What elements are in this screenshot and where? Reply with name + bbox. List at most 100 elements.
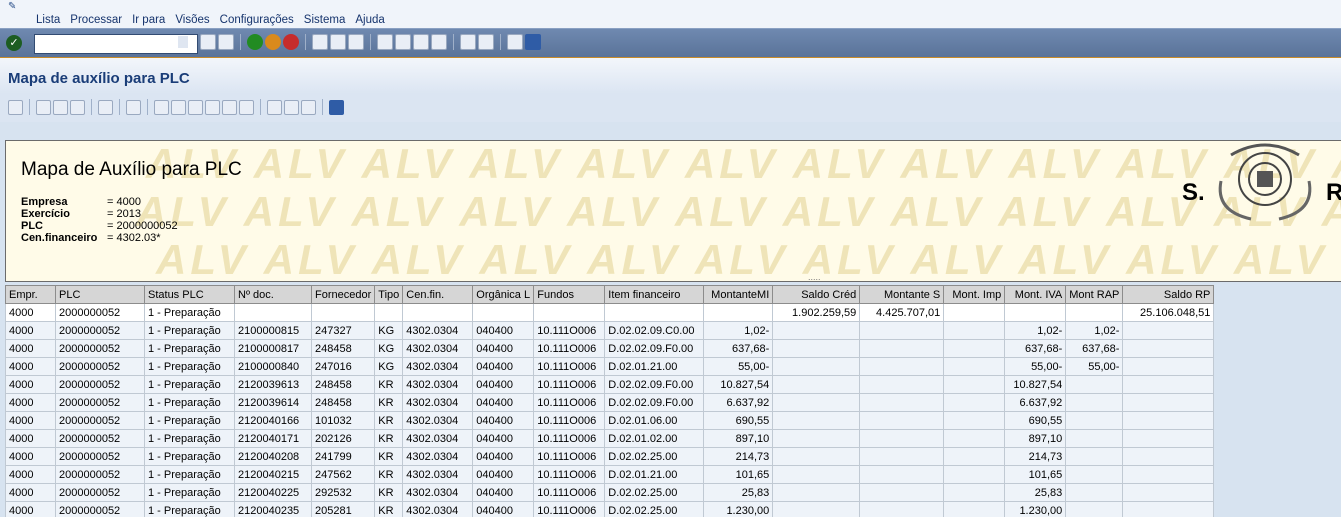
table-cell[interactable]: 10.111O006 xyxy=(533,375,606,394)
table-cell[interactable]: 10.111O006 xyxy=(533,501,606,517)
table-cell[interactable]: 205281 xyxy=(310,501,376,517)
table-cell[interactable]: 292532 xyxy=(310,483,376,502)
table-cell[interactable]: 4302.0304 xyxy=(402,411,474,430)
table-cell[interactable]: 2120040225 xyxy=(234,483,312,502)
table-cell[interactable]: 10.111O006 xyxy=(533,339,606,358)
table-cell[interactable] xyxy=(533,303,606,322)
back-arrow-icon[interactable] xyxy=(200,34,216,50)
splitter-handle[interactable]: ..... xyxy=(808,272,821,282)
table-cell[interactable]: 4302.0304 xyxy=(402,375,474,394)
table-cell[interactable]: 2000000052 xyxy=(55,393,145,412)
table-cell[interactable]: 25.106.048,51 xyxy=(1122,303,1215,322)
table-cell[interactable]: D.02.02.25.00 xyxy=(604,447,705,466)
table-cell[interactable] xyxy=(1122,339,1215,358)
table-cell[interactable]: 1,02- xyxy=(703,321,774,340)
refresh-icon[interactable] xyxy=(126,99,141,115)
table-cell[interactable] xyxy=(1065,411,1124,430)
menu-item-vis-es[interactable]: Visões xyxy=(175,14,209,26)
command-history-button[interactable] xyxy=(178,36,188,48)
table-cell[interactable]: 2000000052 xyxy=(55,303,145,322)
table-cell[interactable]: KR xyxy=(374,411,404,430)
table-cell[interactable] xyxy=(772,501,861,517)
table-cell[interactable]: D.02.01.21.00 xyxy=(604,465,705,484)
table-cell[interactable]: KR xyxy=(374,393,404,412)
table-cell[interactable]: 4302.0304 xyxy=(402,429,474,448)
table-cell[interactable]: 637,68- xyxy=(1065,339,1124,358)
table-cell[interactable]: 040400 xyxy=(472,447,535,466)
table-cell[interactable] xyxy=(943,483,1006,502)
table-cell[interactable]: 2120039614 xyxy=(234,393,312,412)
column-header[interactable]: Mont RAP xyxy=(1065,285,1124,304)
table-cell[interactable] xyxy=(859,447,945,466)
table-row[interactable]: 4000 2000000052 1 - Preparação 1.902.259,59… xyxy=(5,303,1313,322)
table-cell[interactable]: 2000000052 xyxy=(55,501,145,517)
table-cell[interactable] xyxy=(1065,375,1124,394)
table-cell[interactable]: 10.827,54 xyxy=(1004,375,1067,394)
table-cell[interactable] xyxy=(772,411,861,430)
command-field[interactable] xyxy=(34,34,198,54)
table-cell[interactable] xyxy=(310,303,376,322)
table-cell[interactable]: 4000 xyxy=(5,411,56,430)
table-cell[interactable]: KG xyxy=(374,321,404,340)
column-header[interactable]: Mont. IVA xyxy=(1004,285,1067,304)
table-cell[interactable]: 101032 xyxy=(310,411,376,430)
table-cell[interactable] xyxy=(234,303,312,322)
table-cell[interactable] xyxy=(1122,465,1215,484)
table-cell[interactable]: 1 - Preparação xyxy=(144,357,235,376)
table-cell[interactable] xyxy=(1065,447,1124,466)
table-cell[interactable]: 637,68- xyxy=(1004,339,1067,358)
sap-window-icon[interactable]: ✎ xyxy=(8,1,22,12)
table-row[interactable]: 4000 2000000052 1 - Preparação 2120040235 20… xyxy=(5,501,1313,517)
table-cell[interactable]: 10.111O006 xyxy=(533,465,606,484)
table-row[interactable]: 4000 2000000052 1 - Preparação 2120040208 24… xyxy=(5,447,1313,466)
table-cell[interactable] xyxy=(943,501,1006,517)
change-layout-icon[interactable] xyxy=(267,99,282,115)
table-cell[interactable]: 1 - Preparação xyxy=(144,393,235,412)
table-cell[interactable]: 4000 xyxy=(5,447,56,466)
find-icon[interactable] xyxy=(330,34,346,50)
table-cell[interactable]: 2100000815 xyxy=(234,321,312,340)
table-cell[interactable]: 1,02- xyxy=(1004,321,1067,340)
table-cell[interactable]: 2000000052 xyxy=(55,411,145,430)
table-cell[interactable]: 6.637,92 xyxy=(703,393,774,412)
column-header[interactable]: Empr. xyxy=(5,285,56,304)
table-cell[interactable] xyxy=(1065,465,1124,484)
table-cell[interactable]: 2120040215 xyxy=(234,465,312,484)
table-cell[interactable] xyxy=(402,303,474,322)
menu-item-configura-es[interactable]: Configurações xyxy=(220,14,294,26)
table-cell[interactable]: 4302.0304 xyxy=(402,483,474,502)
table-cell[interactable] xyxy=(772,339,861,358)
layout-menu-icon[interactable] xyxy=(525,34,541,50)
table-cell[interactable] xyxy=(943,339,1006,358)
table-row[interactable]: 4000 2000000052 1 - Preparação 2100000817 24… xyxy=(5,339,1313,358)
table-cell[interactable]: 2000000052 xyxy=(55,447,145,466)
table-cell[interactable]: 10.111O006 xyxy=(533,393,606,412)
table-cell[interactable]: 2000000052 xyxy=(55,339,145,358)
table-cell[interactable]: 1.902.259,59 xyxy=(772,303,861,322)
table-cell[interactable]: D.02.02.09.F0.00 xyxy=(604,393,705,412)
help-icon[interactable] xyxy=(507,34,523,50)
table-cell[interactable] xyxy=(772,447,861,466)
table-cell[interactable]: 4302.0304 xyxy=(402,501,474,517)
table-cell[interactable]: 10.111O006 xyxy=(533,447,606,466)
table-row[interactable]: 4000 2000000052 1 - Preparação 2100000840 24… xyxy=(5,357,1313,376)
column-header[interactable]: Orgânica L xyxy=(472,285,535,304)
table-row[interactable]: 4000 2000000052 1 - Preparação 2100000815 24… xyxy=(5,321,1313,340)
table-cell[interactable]: 040400 xyxy=(472,465,535,484)
table-cell[interactable]: 040400 xyxy=(472,375,535,394)
table-cell[interactable]: 10.111O006 xyxy=(533,321,606,340)
column-header[interactable]: Nº doc. xyxy=(234,285,312,304)
table-cell[interactable]: 4000 xyxy=(5,321,56,340)
table-cell[interactable] xyxy=(859,375,945,394)
table-cell[interactable]: D.02.02.09.F0.00 xyxy=(604,339,705,358)
table-cell[interactable] xyxy=(943,465,1006,484)
table-cell[interactable] xyxy=(943,447,1006,466)
table-cell[interactable]: 897,10 xyxy=(703,429,774,448)
table-cell[interactable]: 2100000840 xyxy=(234,357,312,376)
table-cell[interactable]: 2100000817 xyxy=(234,339,312,358)
column-header[interactable]: PLC xyxy=(55,285,145,304)
table-cell[interactable]: 55,00- xyxy=(1004,357,1067,376)
table-cell[interactable]: 690,55 xyxy=(1004,411,1067,430)
sort-ascending-icon[interactable] xyxy=(36,99,51,115)
table-cell[interactable]: KG xyxy=(374,339,404,358)
